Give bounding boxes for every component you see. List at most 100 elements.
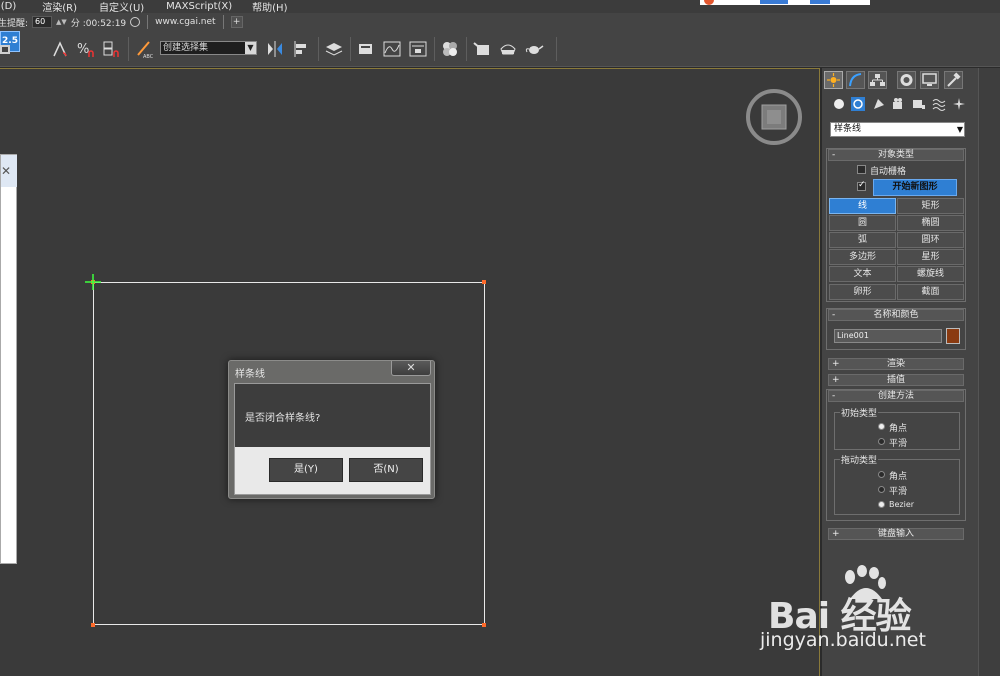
scene-explorer-icon[interactable] [356,39,376,59]
dialog-button-area: 是(Y) 否(N) [235,447,430,494]
url-label[interactable]: www.cgai.net [155,17,215,27]
dialog-body: 是否闭合样条线? 是(Y) 否(N) [234,383,431,495]
menu-item-maxscript[interactable]: MAXScript(X) [157,1,241,12]
modify-tab[interactable] [846,71,865,89]
menu-item-rendering[interactable]: 渲染(R) [33,0,86,14]
mirror-icon[interactable] [265,39,285,59]
spline-vertex[interactable] [91,623,95,627]
render-teapot-icon[interactable] [524,39,544,59]
drag-bezier-radio[interactable] [878,501,885,508]
modify-icon [849,73,862,87]
name-color-rollout-header[interactable]: - 名称和颜色 [828,309,964,321]
spinner-snap-icon[interactable] [102,39,122,59]
menu-bar: i(D) 渲染(R) 自定义(U) MAXScript(X) 帮助(H) [0,0,1000,14]
hammer-icon [947,72,961,87]
start-new-shape-checkbox[interactable] [857,180,866,191]
start-new-shape-button[interactable]: 开始新图形 [873,179,957,196]
category-dropdown-value: 样条线 [834,124,862,134]
object-color-swatch[interactable] [946,328,960,344]
align-icon[interactable] [292,39,312,59]
yes-button[interactable]: 是(Y) [269,458,343,482]
sun-icon [827,73,840,87]
circle-button[interactable]: 圆 [829,215,896,231]
layer-manager-icon[interactable] [324,39,344,59]
menu-item-customize[interactable]: 自定义(U) [90,0,153,14]
shapes-category-icon[interactable] [851,97,865,111]
helix-button[interactable]: 螺旋线 [897,266,964,282]
lights-category-icon[interactable] [872,97,886,111]
monitor-icon [922,73,937,86]
display-tab[interactable] [920,71,939,89]
edit-named-selection-icon[interactable]: ABC [135,39,155,60]
interpolation-rollout-header[interactable]: + 插值 [828,374,964,386]
rendering-rollout-header[interactable]: + 渲染 [828,358,964,370]
material-editor-icon[interactable] [440,39,460,59]
geometry-category-icon[interactable] [832,97,846,111]
object-type-title: 对象类型 [877,150,914,160]
utilities-tab[interactable] [944,71,963,89]
name-color-title: 名称和颜色 [873,310,919,320]
initial-type-label: 初始类型 [840,406,879,419]
spline-vertex[interactable] [482,280,486,284]
menu-item-help[interactable]: 帮助(H) [243,0,296,14]
percent-snap-icon[interactable]: % [76,39,96,59]
drag-smooth-radio[interactable] [878,486,885,493]
chevron-down-icon[interactable]: ▼ [957,123,963,136]
text-button[interactable]: 文本 [829,266,896,282]
arc-button[interactable]: 弧 [829,232,896,248]
named-selection-dropdown[interactable]: 创建选择集 ▼ [160,41,257,55]
initial-smooth-radio[interactable] [878,438,885,445]
divider [434,37,435,61]
svg-text:ABC: ABC [143,54,154,59]
rectangle-button[interactable]: 矩形 [897,198,964,214]
floating-panel: ✕ [0,154,17,564]
refresh-icon[interactable] [130,17,141,27]
menu-item-partial[interactable]: i(D) [0,1,25,12]
info-bar: 生提醒: 60 ▲▼ 分 :00:52:19 www.cgai.net + [0,13,1000,31]
ellipse-button[interactable]: 椭圆 [897,215,964,231]
motion-tab[interactable] [897,71,916,89]
close-icon[interactable]: ✕ [1,164,11,178]
star-button[interactable]: 星形 [897,249,964,265]
divider [318,37,319,61]
select-object-icon[interactable] [0,39,20,59]
hierarchy-icon [870,74,885,86]
initial-corner-label: 角点 [889,424,908,434]
create-tab[interactable] [824,71,843,89]
object-type-rollout-header[interactable]: - 对象类型 [828,149,964,161]
chevron-down-icon[interactable]: ▼ [245,42,256,54]
space-warps-category-icon[interactable] [932,97,946,111]
helpers-category-icon[interactable] [912,97,926,111]
dialog-close-button[interactable]: ✕ [391,361,431,376]
angle-snap-icon[interactable] [50,39,70,59]
hierarchy-tab[interactable] [868,71,887,89]
section-button[interactable]: 截面 [897,284,964,300]
viewcube-icon[interactable] [745,88,803,146]
divider [147,15,149,29]
category-dropdown[interactable]: 样条线 ▼ [830,122,965,137]
rendered-frame-icon[interactable] [498,39,518,59]
cameras-category-icon[interactable] [892,97,906,111]
spline-vertex[interactable] [482,623,486,627]
systems-category-icon[interactable] [952,97,966,111]
initial-corner-radio[interactable] [878,423,885,430]
object-name-input[interactable]: Line001 [834,329,942,343]
render-setup-icon[interactable] [472,39,492,59]
expand-icon: + [832,359,840,369]
creation-method-rollout-header[interactable]: - 创建方法 [828,390,964,402]
drag-smooth-label: 平滑 [889,487,908,497]
interval-input[interactable]: 60 [32,16,53,28]
egg-button[interactable]: 卵形 [829,284,896,300]
autogrid-checkbox[interactable] [857,165,866,174]
keyboard-entry-rollout-header[interactable]: + 键盘输入 [828,528,964,540]
no-button[interactable]: 否(N) [349,458,423,482]
curve-editor-icon[interactable] [382,39,402,59]
schematic-view-icon[interactable] [408,39,428,59]
spinner-icon[interactable]: ▲▼ [56,18,67,26]
drag-corner-radio[interactable] [878,471,885,478]
add-tab-button[interactable]: + [230,16,243,28]
line-button[interactable]: 线 [829,198,896,214]
donut-button[interactable]: 圆环 [897,232,964,248]
divider [556,37,557,61]
polygon-button[interactable]: 多边形 [829,249,896,265]
